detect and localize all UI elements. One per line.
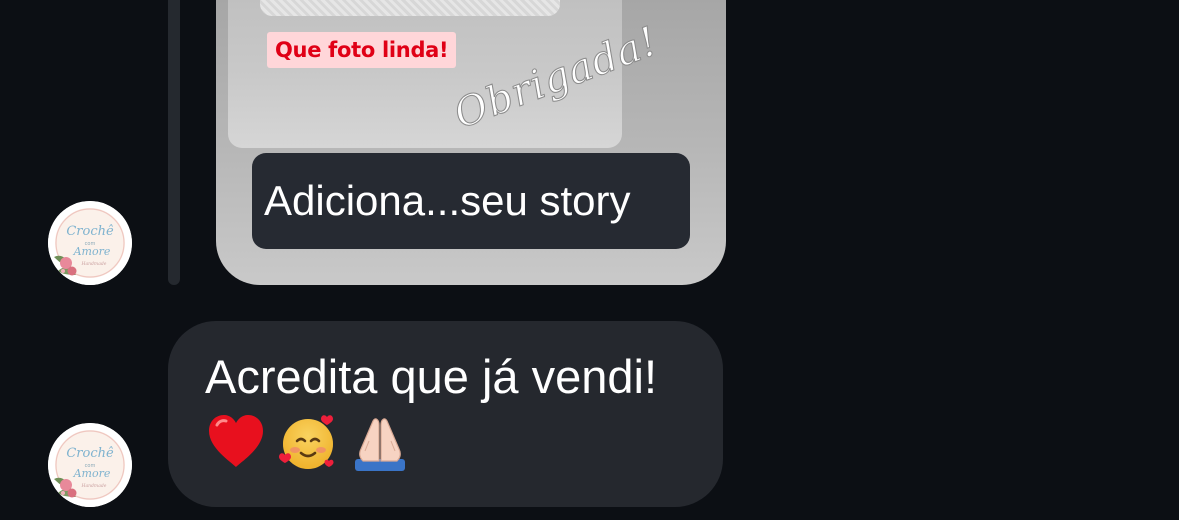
story-reply-card[interactable]: Que foto linda! Obrigada! Adiciona...seu… (216, 0, 726, 285)
folded-hands-icon (355, 418, 405, 471)
svg-text:Amore: Amore (73, 245, 111, 258)
svg-text:Crochê: Crochê (66, 224, 114, 239)
chat-screen: Que foto linda! Obrigada! Adiciona...seu… (0, 0, 1179, 520)
smiling-face-with-hearts-icon (279, 415, 334, 469)
story-inner-photo (260, 0, 560, 16)
message-bubble[interactable]: Acredita que já vendi! (168, 321, 723, 507)
svg-text:Crochê: Crochê (66, 446, 114, 461)
croche-logo-icon: Crochê com Amore Handmade (48, 201, 132, 285)
svg-text:Amore: Amore (73, 467, 111, 480)
svg-text:Handmade: Handmade (81, 261, 107, 267)
story-sticker-text: Que foto linda! (267, 32, 457, 68)
message-text: Acredita que já vendi! (205, 350, 658, 403)
red-heart-icon (209, 415, 263, 467)
avatar[interactable]: Crochê com Amore Handmade (48, 201, 132, 285)
croche-logo-icon: Crochê com Amore Handmade (48, 423, 132, 507)
story-caption: Adiciona...seu story (252, 153, 690, 249)
reply-thread-line (168, 0, 180, 285)
svg-text:Handmade: Handmade (81, 483, 107, 489)
message-emoji-row (205, 411, 687, 473)
avatar[interactable]: Crochê com Amore Handmade (48, 423, 132, 507)
